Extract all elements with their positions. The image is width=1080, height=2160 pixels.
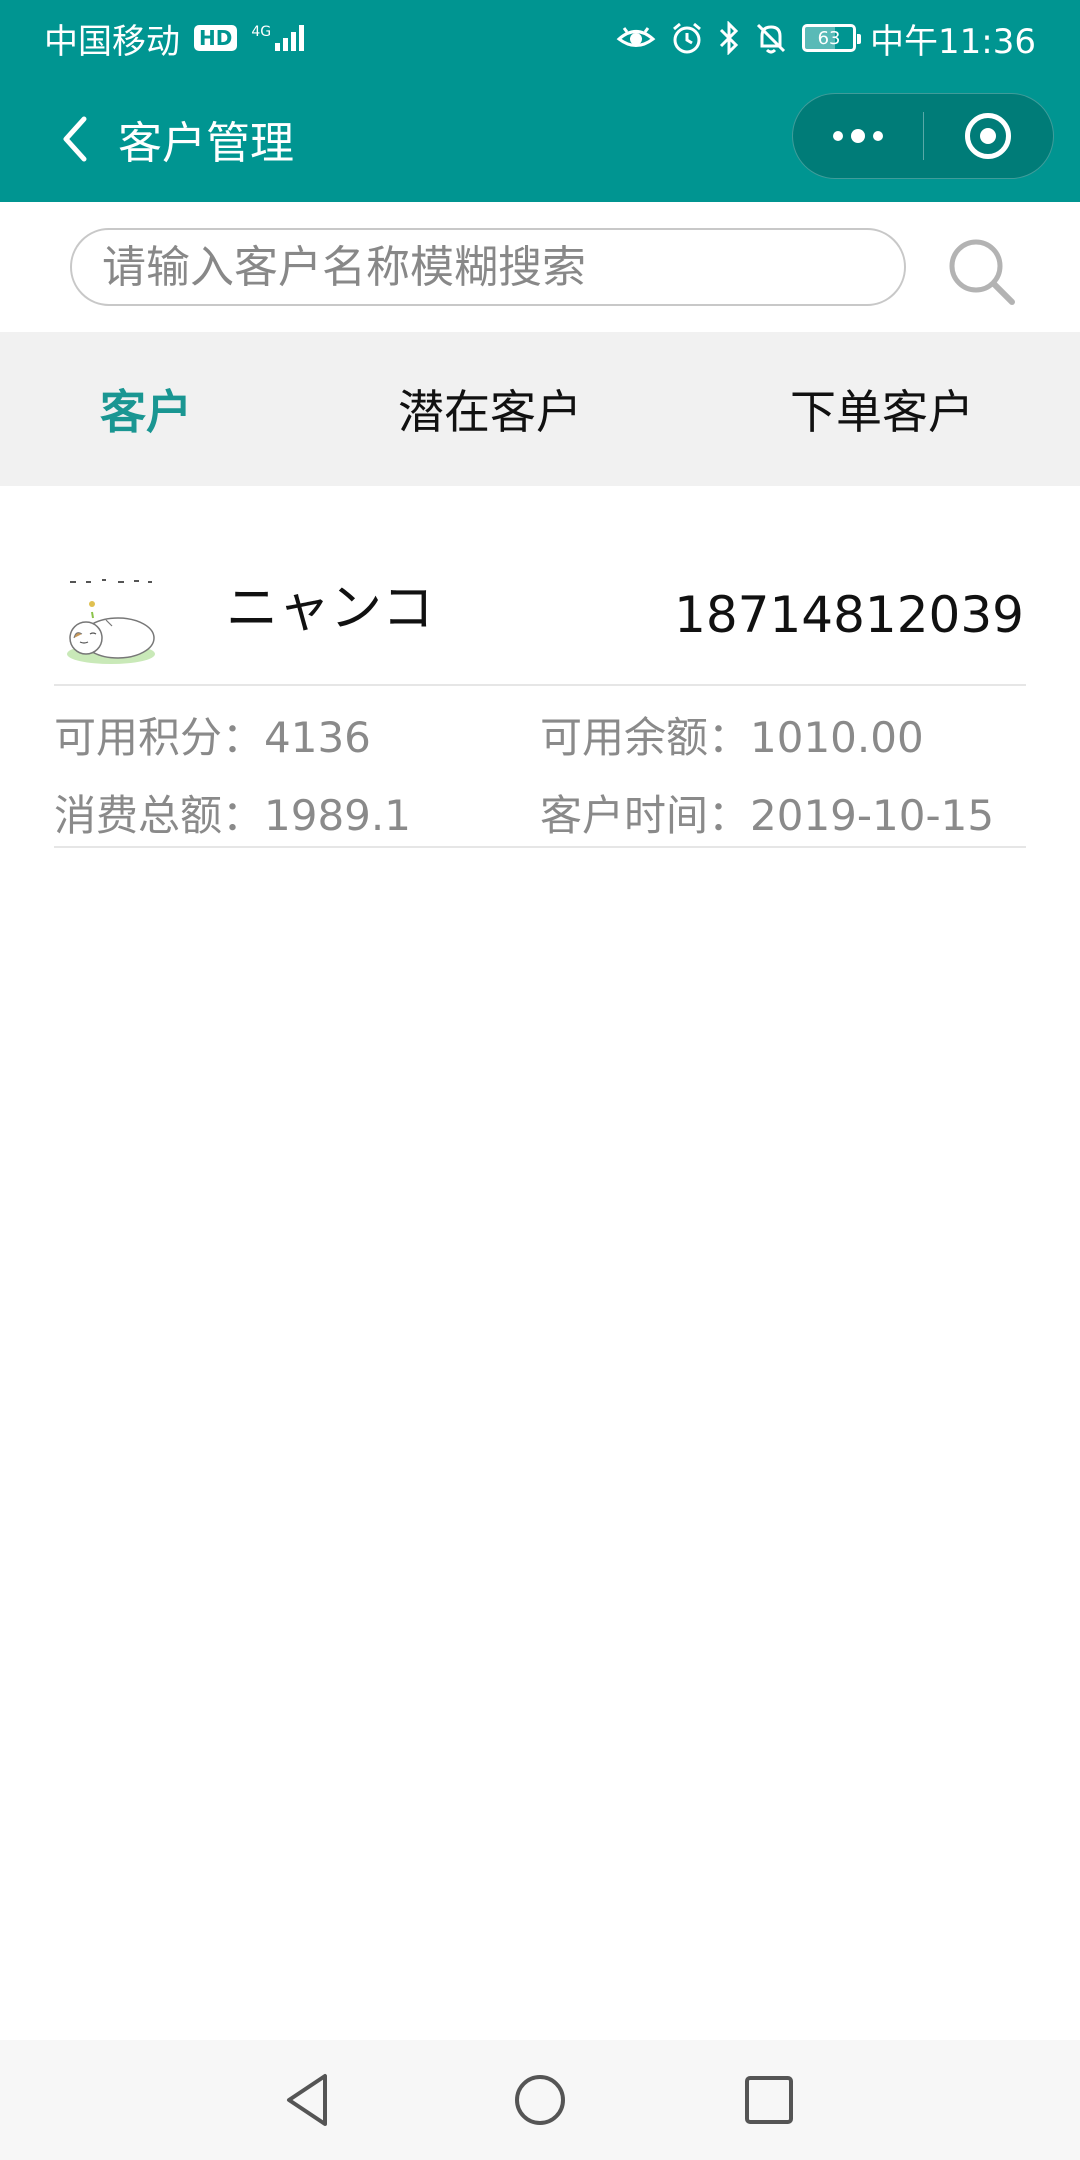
customer-tabs: 客户 潜在客户 下单客户 [0,332,1080,486]
sleeping-cat-image [67,579,155,664]
recents-square-icon[interactable] [735,2066,803,2134]
battery-icon: 63 [802,24,862,52]
battery-percent: 63 [817,27,841,49]
search-input[interactable] [70,228,906,306]
eye-comfort-icon [616,27,656,47]
customer-avatar [56,568,166,678]
alarm-icon [673,22,701,54]
customer-date-stat: 客户时间：2019-10-15 [540,782,994,843]
more-dots-icon [832,129,883,143]
tab-potential-customers[interactable]: 潜在客户 [370,332,610,486]
home-circle-icon[interactable] [506,2066,574,2134]
hd-badge: HD [194,25,238,51]
spent-label: 消费总额： [54,791,265,840]
network-type: 4G [251,24,272,40]
tab-customers[interactable]: 客户 [40,332,252,486]
system-nav-bar [0,2040,1080,2160]
status-left: 中国移动 HD 4G [44,14,305,63]
tab-ordered-customers[interactable]: 下单客户 [762,332,1002,486]
card-bottom-divider [54,846,1026,848]
card-divider [54,684,1026,686]
nav-bar: 客户管理 [0,76,1080,202]
bluetooth-icon [719,21,739,55]
balance-label: 可用余额： [540,713,751,762]
close-mini-program-button[interactable] [924,94,1054,178]
mini-program-capsule [792,93,1054,179]
target-icon [965,113,1012,159]
search-icon[interactable] [942,232,1022,312]
status-time: 中午11:36 [870,21,1036,62]
customer-name: ニャンコ [226,579,435,639]
page-title: 客户管理 [118,118,294,169]
customer-date-label: 客户时间： [540,791,751,840]
spent-value: 1989.1 [264,791,411,840]
back-button[interactable] [34,89,114,189]
screen: 中国移动 HD 4G 63 中午11:36 客户管理 请输入客户名称模糊搜索 客… [0,0,1080,2160]
balance-value: 1010.00 [750,713,924,762]
back-triangle-icon[interactable] [275,2066,343,2134]
customer-date-value: 2019-10-15 [750,791,995,840]
chevron-left-icon [63,116,87,162]
points-stat: 可用积分：4136 [54,704,371,765]
search-bar [0,202,1080,332]
more-button[interactable] [793,94,923,178]
signal-bars [275,25,305,51]
mute-bell-icon [756,23,786,54]
points-value: 4136 [264,713,371,762]
status-bar: 中国移动 HD 4G 63 中午11:36 [0,0,1080,76]
balance-stat: 可用余额：1010.00 [540,704,924,765]
carrier-name: 中国移动 [44,21,180,62]
signal-icon: 4G [251,24,305,51]
spent-stat: 消费总额：1989.1 [54,782,411,843]
customer-phone: 18714812039 [674,586,1024,644]
points-label: 可用积分： [54,713,265,762]
status-right: 63 中午11:36 [616,14,1036,63]
